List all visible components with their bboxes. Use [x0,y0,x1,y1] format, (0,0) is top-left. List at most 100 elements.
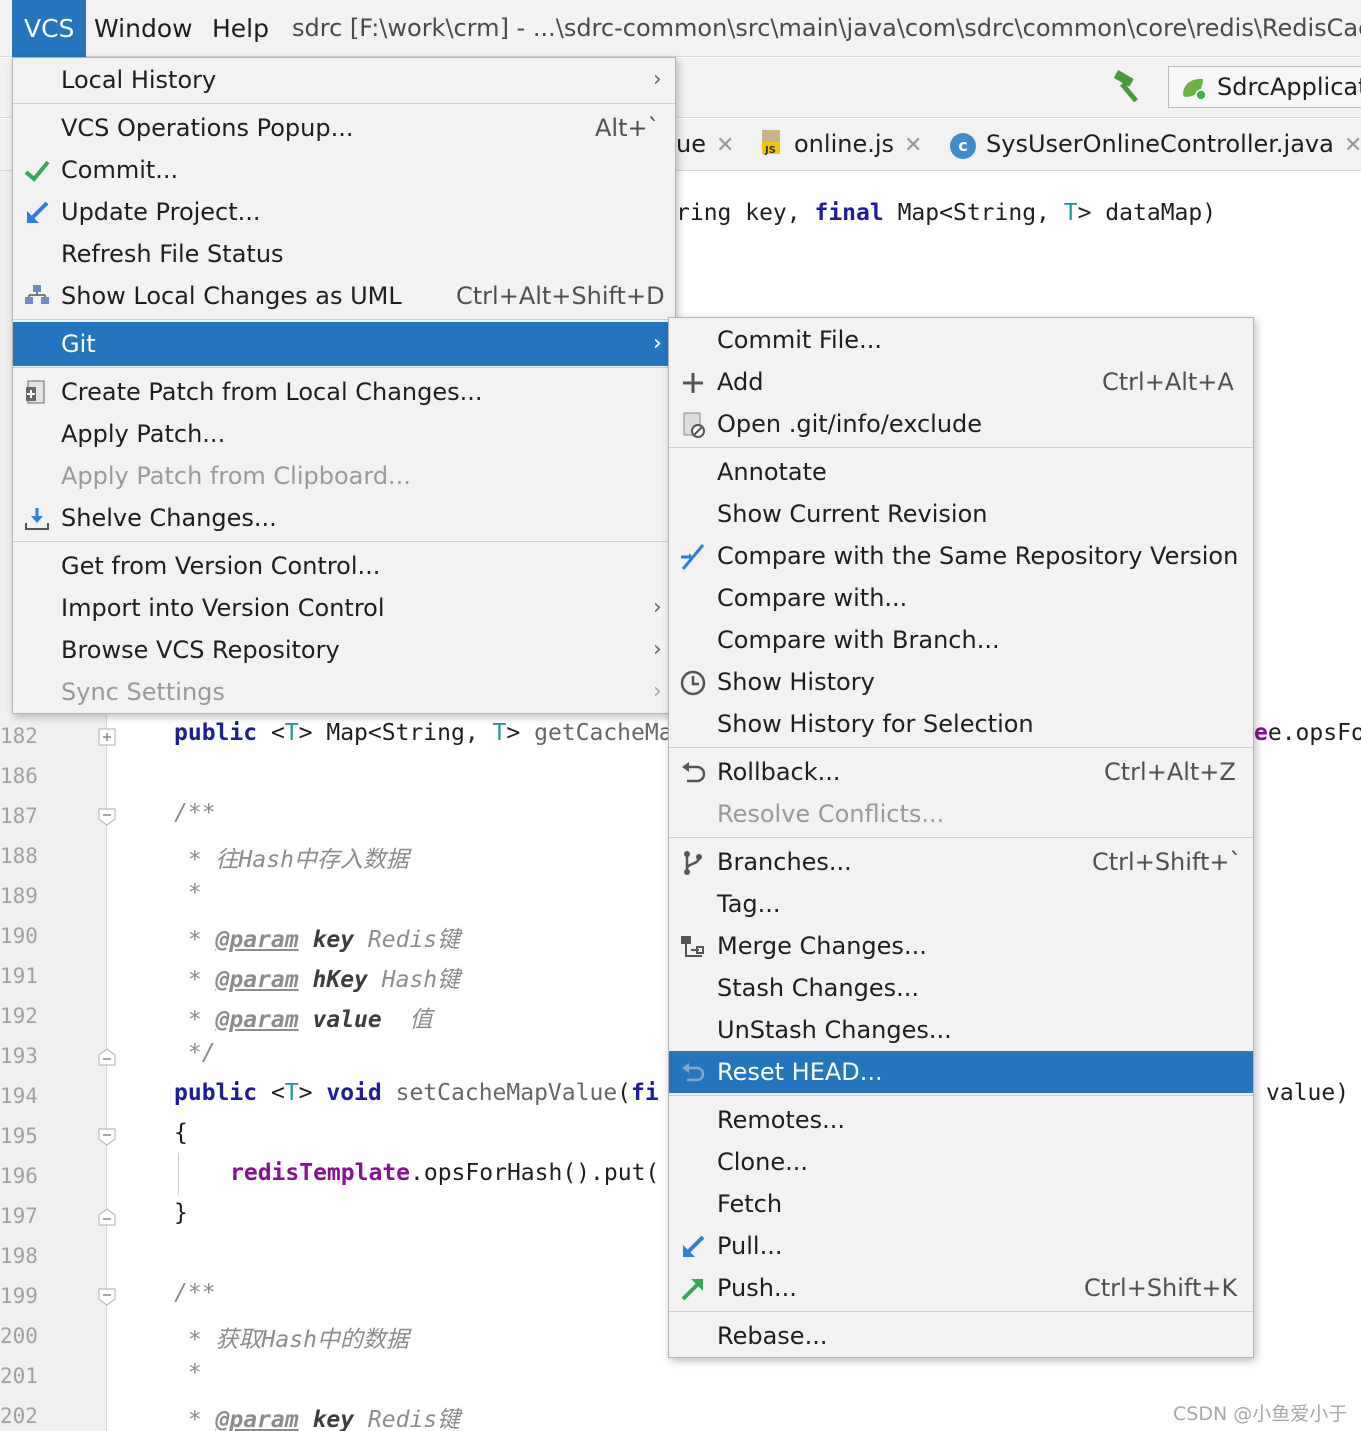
menu-item-git[interactable]: Git › [13,322,675,366]
menu-item-fetch[interactable]: Fetch [669,1183,1253,1225]
fold-collapse-icon[interactable] [98,808,116,826]
menu-item-annotate[interactable]: Annotate [669,451,1253,493]
menu-item-label: Push... [717,1274,797,1302]
menu-item-open-git-exclude[interactable]: Open .git/info/exclude [669,403,1253,445]
menu-item-get-from-vcs[interactable]: Get from Version Control... [13,545,675,587]
javadoc-param-desc: Redis键 [367,1407,461,1431]
line-number: 190 [0,924,38,948]
menu-item-pull[interactable]: Pull... [669,1225,1253,1267]
menu-item-import-into-vcs[interactable]: Import into Version Control › [13,587,675,629]
menu-item-label: Refresh File Status [61,240,284,268]
menu-item-push[interactable]: Push... Ctrl+Shift+K [669,1267,1253,1309]
menu-item-label: Open .git/info/exclude [717,410,983,438]
menu-item-remotes[interactable]: Remotes... [669,1099,1253,1141]
close-icon[interactable]: ✕ [716,133,734,158]
tab-label: ue [676,130,706,158]
menu-item-refresh-file-status[interactable]: Refresh File Status [13,233,675,275]
menu-item-add[interactable]: Add Ctrl+Alt+A [669,361,1253,403]
menu-item-label: Stash Changes... [717,974,919,1002]
menu-item-label: Import into Version Control [61,594,385,622]
menu-item-branches[interactable]: Branches... Ctrl+Shift+` [669,841,1253,883]
fold-expand-icon[interactable] [98,728,116,746]
fold-collapse-icon[interactable] [98,1288,116,1306]
branch-icon [684,851,702,875]
javadoc-tag: @param [215,967,299,993]
line-number: 186 [0,764,38,788]
menu-item-create-patch[interactable]: Create Patch from Local Changes... [13,371,675,413]
menu-item-local-history[interactable]: Local History › [13,59,675,101]
menu-item-compare-same-repo[interactable]: Compare with the Same Repository Version [669,535,1253,577]
javadoc-param-name: key [312,1407,355,1431]
menu-item-show-current-revision[interactable]: Show Current Revision [669,493,1253,535]
menu-item-browse-vcs-repository[interactable]: Browse VCS Repository › [13,629,675,671]
run-configuration-selector[interactable]: SdrcApplicat [1168,66,1361,108]
line-number: 192 [0,1004,38,1028]
rollback-icon [682,762,706,783]
menu-item-unstash-changes[interactable]: UnStash Changes... [669,1009,1253,1051]
menu-vcs[interactable]: VCS [12,0,87,57]
menu-item-show-history-selection[interactable]: Show History for Selection [669,703,1253,745]
menu-item-update-project[interactable]: Update Project... [13,191,675,233]
run-configuration-label: SdrcApplicat [1217,73,1361,101]
code-line-196: redisTemplate.opsForHash().put( [230,1160,660,1186]
patch-icon [26,380,45,404]
javadoc-param: * @param hKey Hash键 [174,967,461,993]
javadoc-param-name: value [312,1007,382,1033]
menu-item-label: Compare with... [717,584,908,612]
javadoc-line: * 往Hash中存入数据 [174,847,409,873]
tab-rediscache-value[interactable]: ue ✕ [676,119,734,171]
build-icon[interactable] [1112,70,1148,106]
menu-item-rebase[interactable]: Rebase... [669,1315,1253,1357]
menu-item-compare-with[interactable]: Compare with... [669,577,1253,619]
javadoc-open: /** [174,800,216,826]
submenu-arrow-icon: › [653,67,662,92]
code-brace-open: { [174,1120,188,1146]
push-icon [681,1279,703,1301]
menu-item-tag[interactable]: Tag... [669,883,1253,925]
spring-app-icon [1183,78,1207,101]
javadoc-param: * @param value 值 [174,1007,433,1033]
menu-item-rollback[interactable]: Rollback... Ctrl+Alt+Z [669,751,1253,793]
pull-icon [683,1235,705,1257]
fold-collapse-icon[interactable] [98,1128,116,1146]
menu-item-stash-changes[interactable]: Stash Changes... [669,967,1253,1009]
menu-item-clone[interactable]: Clone... [669,1141,1253,1183]
tab-sysuseronlinecontroller[interactable]: c SysUserOnlineController.java ✕ [950,119,1361,171]
fold-end-icon[interactable] [98,1048,116,1066]
javadoc-summary: 往Hash中存入数据 [215,847,409,873]
code-fragment: e.opsFor [1267,720,1361,746]
indent-guide [178,1153,179,1195]
menu-item-label: Clone... [717,1148,808,1176]
tab-label: online.js [794,130,895,158]
menu-item-label: Show History for Selection [717,710,1034,738]
menu-item-shelve-changes[interactable]: Shelve Changes... [13,497,675,539]
menu-item-label: Browse VCS Repository [61,636,340,664]
menu-item-label: Create Patch from Local Changes... [61,378,483,406]
javadoc-line: * 获取Hash中的数据 [174,1327,409,1353]
menu-help[interactable]: Help [200,0,281,57]
menu-item-label: Tag... [717,890,781,918]
menu-window[interactable]: Window [82,0,205,57]
fold-end-icon[interactable] [98,1208,116,1226]
submenu-arrow-icon: › [653,595,662,620]
menu-item-commit-file[interactable]: Commit File... [669,319,1253,361]
menu-separator [669,447,1253,448]
menu-item-show-local-changes-uml[interactable]: Show Local Changes as UML Ctrl+Alt+Shift… [13,275,675,317]
menu-item-reset-head[interactable]: Reset HEAD... [669,1051,1253,1093]
menu-item-label: UnStash Changes... [717,1016,952,1044]
menu-item-label: Shelve Changes... [61,504,277,532]
menu-item-label: Rebase... [717,1322,828,1350]
javadoc-param-name: key [312,927,355,953]
menu-item-show-history[interactable]: Show History [669,661,1253,703]
menu-item-vcs-operations-popup[interactable]: VCS Operations Popup... Alt+` [13,107,675,149]
menu-item-merge-changes[interactable]: Merge Changes... [669,925,1253,967]
line-number: 201 [0,1364,38,1388]
menu-item-commit[interactable]: Commit... [13,149,675,191]
close-icon[interactable]: ✕ [904,133,922,158]
menu-item-shortcut: Ctrl+Shift+` [1092,848,1242,876]
menu-item-apply-patch[interactable]: Apply Patch... [13,413,675,455]
menu-item-compare-with-branch[interactable]: Compare with Branch... [669,619,1253,661]
tab-online-js[interactable]: JS online.js ✕ [760,119,922,171]
javadoc-open: /** [174,1280,216,1306]
close-icon[interactable]: ✕ [1344,133,1361,158]
